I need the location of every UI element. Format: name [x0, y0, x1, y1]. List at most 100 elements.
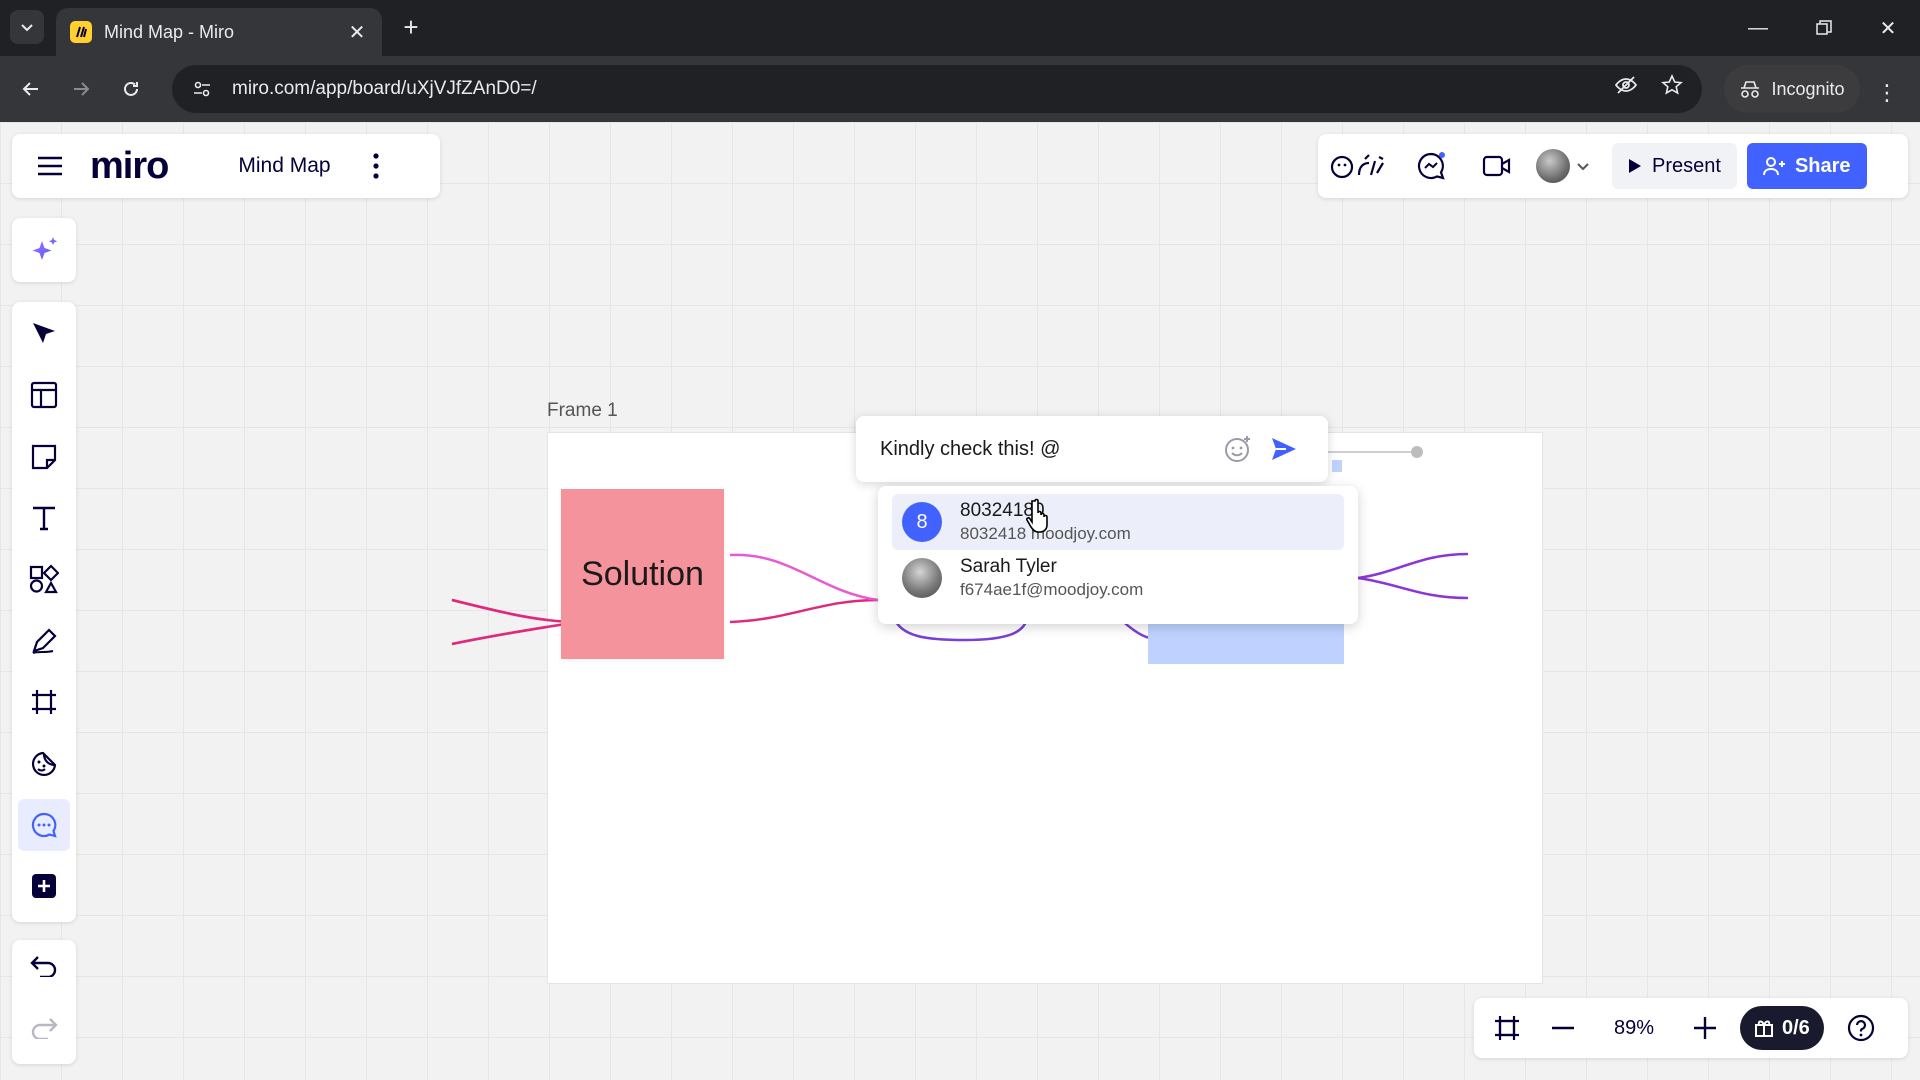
arrow-left-icon — [22, 82, 38, 96]
chat-icon — [1417, 152, 1445, 180]
mention-option[interactable]: Sarah Tyler f674ae1f@moodjoy.com — [892, 550, 1344, 606]
counter-text: 0/6 — [1782, 1016, 1810, 1039]
more-vertical-icon — [372, 153, 379, 179]
undo-icon — [30, 956, 57, 977]
mention-avatar: 8 — [902, 502, 942, 542]
omnibox[interactable]: miro.com/app/board/uXjVJfZAnD0=/ — [172, 65, 1702, 113]
mention-suggestions: 8 80324180 8032418 moodjoy.com Sarah Tyl… — [878, 486, 1358, 624]
help-icon — [1847, 1014, 1874, 1042]
tracking-protection-icon[interactable] — [1606, 65, 1646, 105]
select-tool[interactable] — [18, 308, 70, 359]
shapes-tool[interactable] — [18, 554, 70, 605]
present-button[interactable]: Present — [1612, 143, 1737, 189]
emoji-button[interactable] — [1218, 429, 1258, 469]
select-icon — [33, 322, 55, 343]
sticky-note-solution[interactable]: Solution — [561, 489, 724, 659]
sticky-note-tool[interactable] — [18, 431, 70, 482]
reactions-button[interactable] — [1318, 141, 1398, 191]
reload-icon — [124, 81, 138, 96]
minus-icon — [1552, 1026, 1574, 1030]
incognito-badge[interactable]: Incognito — [1724, 65, 1860, 113]
restore-button[interactable] — [1804, 10, 1844, 46]
help-button[interactable] — [1836, 1003, 1886, 1053]
comment-input[interactable]: Kindly check this! @ — [880, 438, 1218, 461]
zoom-in-button[interactable] — [1680, 1003, 1730, 1053]
templates-tool[interactable] — [18, 369, 70, 420]
text-tool[interactable] — [18, 492, 70, 543]
sparkle-icon — [32, 237, 58, 260]
tab-title: Mind Map - Miro — [104, 21, 235, 42]
fit-to-screen-button[interactable] — [1482, 1003, 1532, 1053]
comment-tool[interactable] — [18, 799, 70, 851]
close-window-button[interactable]: ✕ — [1868, 10, 1908, 46]
bookmark-star-icon[interactable] — [1652, 65, 1692, 105]
pen-tool[interactable] — [18, 615, 70, 666]
add-user-icon — [1762, 157, 1785, 176]
browser-address-bar: miro.com/app/board/uXjVJfZAnD0=/ Incogni… — [0, 56, 1920, 122]
gift-icon — [1755, 1020, 1773, 1037]
sticky-note-text: Solution — [581, 554, 704, 593]
creation-toolbar — [12, 302, 76, 922]
user-avatar — [1536, 149, 1570, 183]
send-icon — [1272, 438, 1296, 460]
stickers-tool[interactable] — [18, 738, 70, 789]
pen-icon — [32, 628, 57, 654]
zoom-controls: 89% 0/6 — [1474, 998, 1908, 1058]
collaborators-dropdown[interactable] — [1536, 149, 1590, 183]
reload-button[interactable] — [112, 70, 150, 108]
browser-tab[interactable]: Mind Map - Miro ✕ — [56, 8, 382, 56]
board-options-button[interactable] — [361, 146, 391, 186]
site-info-icon[interactable] — [188, 75, 216, 103]
chrome-menu-icon[interactable]: ⋮ — [1872, 78, 1902, 108]
undo-redo-panel — [12, 940, 76, 1064]
comment-composer[interactable]: Kindly check this! @ — [856, 416, 1328, 482]
chat-button[interactable] — [1406, 141, 1456, 191]
mention-email: f674ae1f@moodjoy.com — [960, 580, 1144, 599]
new-tab-button[interactable]: + — [396, 12, 426, 42]
share-label: Share — [1794, 154, 1851, 177]
send-comment-button[interactable] — [1264, 429, 1304, 469]
tab-close-icon[interactable]: ✕ — [346, 20, 368, 45]
emoji-icon — [1225, 436, 1250, 462]
ai-assist-button[interactable] — [12, 218, 76, 282]
text-icon — [33, 506, 55, 531]
back-button[interactable] — [12, 70, 50, 108]
mention-name: Sarah Tyler — [960, 556, 1057, 577]
mind-map-node[interactable] — [1148, 617, 1344, 664]
miro-logo: miro — [90, 144, 169, 187]
arrow-right-icon — [74, 82, 90, 96]
templates-icon — [30, 382, 58, 409]
video-camera-icon — [1482, 155, 1511, 177]
redo-button[interactable] — [18, 1002, 70, 1054]
restore-icon — [1816, 20, 1832, 35]
chevron-down-icon — [1577, 163, 1589, 171]
frame-label[interactable]: Frame 1 — [547, 400, 618, 422]
frame-fit-icon — [1495, 1016, 1519, 1040]
url-text[interactable]: miro.com/app/board/uXjVJfZAnD0=/ — [232, 78, 537, 100]
board-header: miro Mind Map — [12, 134, 440, 198]
hand-cursor-icon — [1026, 498, 1048, 533]
present-label: Present — [1652, 154, 1721, 177]
play-icon — [1629, 159, 1641, 173]
undo-button[interactable] — [18, 940, 70, 992]
zoom-level[interactable]: 89% — [1596, 1017, 1672, 1040]
tab-search-button[interactable] — [10, 10, 44, 44]
board-name[interactable]: Mind Map — [238, 154, 330, 178]
share-button[interactable]: Share — [1746, 143, 1867, 189]
video-call-button[interactable] — [1472, 141, 1522, 191]
more-apps-tool[interactable] — [18, 861, 70, 912]
board-objects-counter[interactable]: 0/6 — [1740, 1006, 1824, 1050]
reactions-icon — [1330, 154, 1384, 179]
sticky-note-icon — [31, 444, 57, 469]
chevron-down-icon — [21, 24, 33, 32]
stickers-icon — [31, 751, 57, 776]
comment-icon — [31, 812, 57, 838]
main-menu-button[interactable] — [22, 138, 78, 194]
forward-button[interactable] — [62, 70, 100, 108]
zoom-out-button[interactable] — [1538, 1003, 1588, 1053]
minimize-button[interactable]: — — [1738, 10, 1778, 46]
mention-option[interactable]: 8 80324180 8032418 moodjoy.com — [892, 494, 1344, 550]
frame-tool[interactable] — [18, 676, 70, 727]
board-canvas[interactable]: Frame 1 Solution miro Mind Map Present S… — [0, 122, 1920, 1080]
incognito-icon — [1741, 81, 1760, 98]
